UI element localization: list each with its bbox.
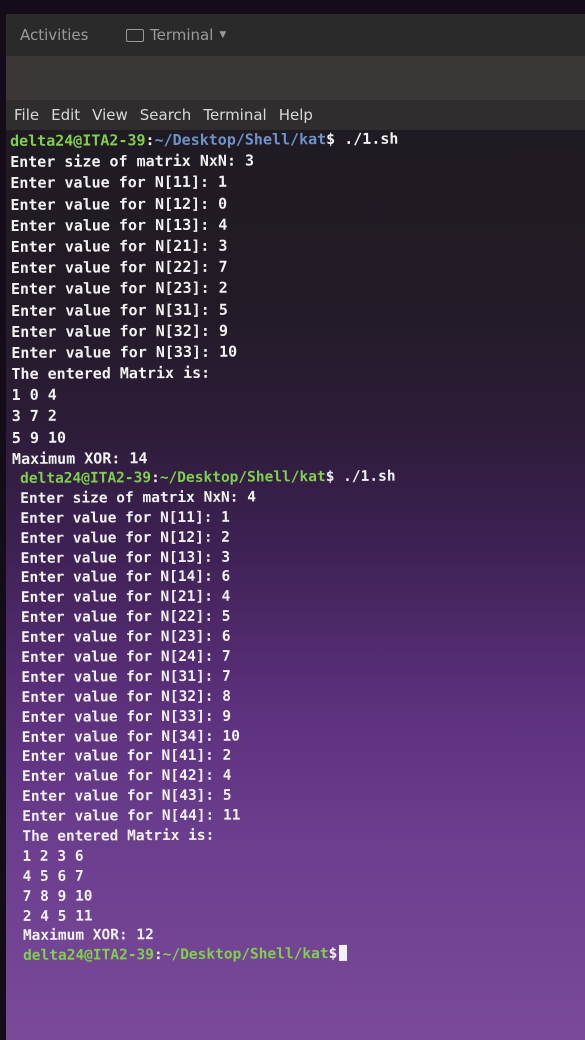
window-title-bar[interactable] <box>6 56 585 100</box>
final-prompt: delta24@ITA2-39:~/Desktop/Shell/kat$ <box>23 944 585 967</box>
session-2: delta24@ITA2-39:~/Desktop/Shell/kat$ ./1… <box>20 466 585 947</box>
session-1: delta24@ITA2-39:~/Desktop/Shell/kat$ ./1… <box>10 127 585 470</box>
prompt-separator: : <box>145 131 155 150</box>
prompt-line: delta24@ITA2-39:~/Desktop/Shell/kat$ <box>23 944 585 967</box>
menu-view[interactable]: View <box>92 106 128 124</box>
prompt-separator: : <box>151 470 160 487</box>
prompt-path: ~/Desktop/Shell/kat <box>159 469 326 487</box>
prompt-symbol: $ <box>326 129 336 149</box>
prompt-user-host: delta24@ITA2-39 <box>20 470 152 487</box>
prompt-symbol: $ <box>328 946 338 963</box>
prompt-user-host: delta24@ITA2-39 <box>10 131 146 150</box>
prompt-separator: : <box>153 947 163 964</box>
command-text: ./1.sh <box>334 468 396 486</box>
terminal-output[interactable]: delta24@ITA2-39:~/Desktop/Shell/kat$ ./1… <box>6 127 585 1040</box>
menu-file[interactable]: File <box>14 106 39 124</box>
prompt-path: ~/Desktop/Shell/kat <box>154 130 327 150</box>
top-bar: Activities Terminal ▼ <box>6 14 585 56</box>
prompt-user-host: delta24@ITA2-39 <box>22 947 155 965</box>
terminal-icon <box>126 28 144 42</box>
command-text: ./1.sh <box>335 129 399 148</box>
menu-edit[interactable]: Edit <box>51 106 80 124</box>
monitor-screen: Activities Terminal ▼ File Edit View Sea… <box>6 14 585 1040</box>
text-cursor <box>339 945 348 962</box>
menu-terminal[interactable]: Terminal <box>203 106 266 124</box>
menu-help[interactable]: Help <box>279 106 313 124</box>
menu-search[interactable]: Search <box>140 106 192 124</box>
app-menu[interactable]: Terminal ▼ <box>126 26 226 44</box>
prompt-path: ~/Desktop/Shell/kat <box>162 946 329 964</box>
app-name: Terminal <box>150 26 214 44</box>
chevron-down-icon: ▼ <box>219 30 227 40</box>
menu-bar: File Edit View Search Terminal Help <box>6 100 585 130</box>
activities-button[interactable]: Activities <box>20 26 88 44</box>
